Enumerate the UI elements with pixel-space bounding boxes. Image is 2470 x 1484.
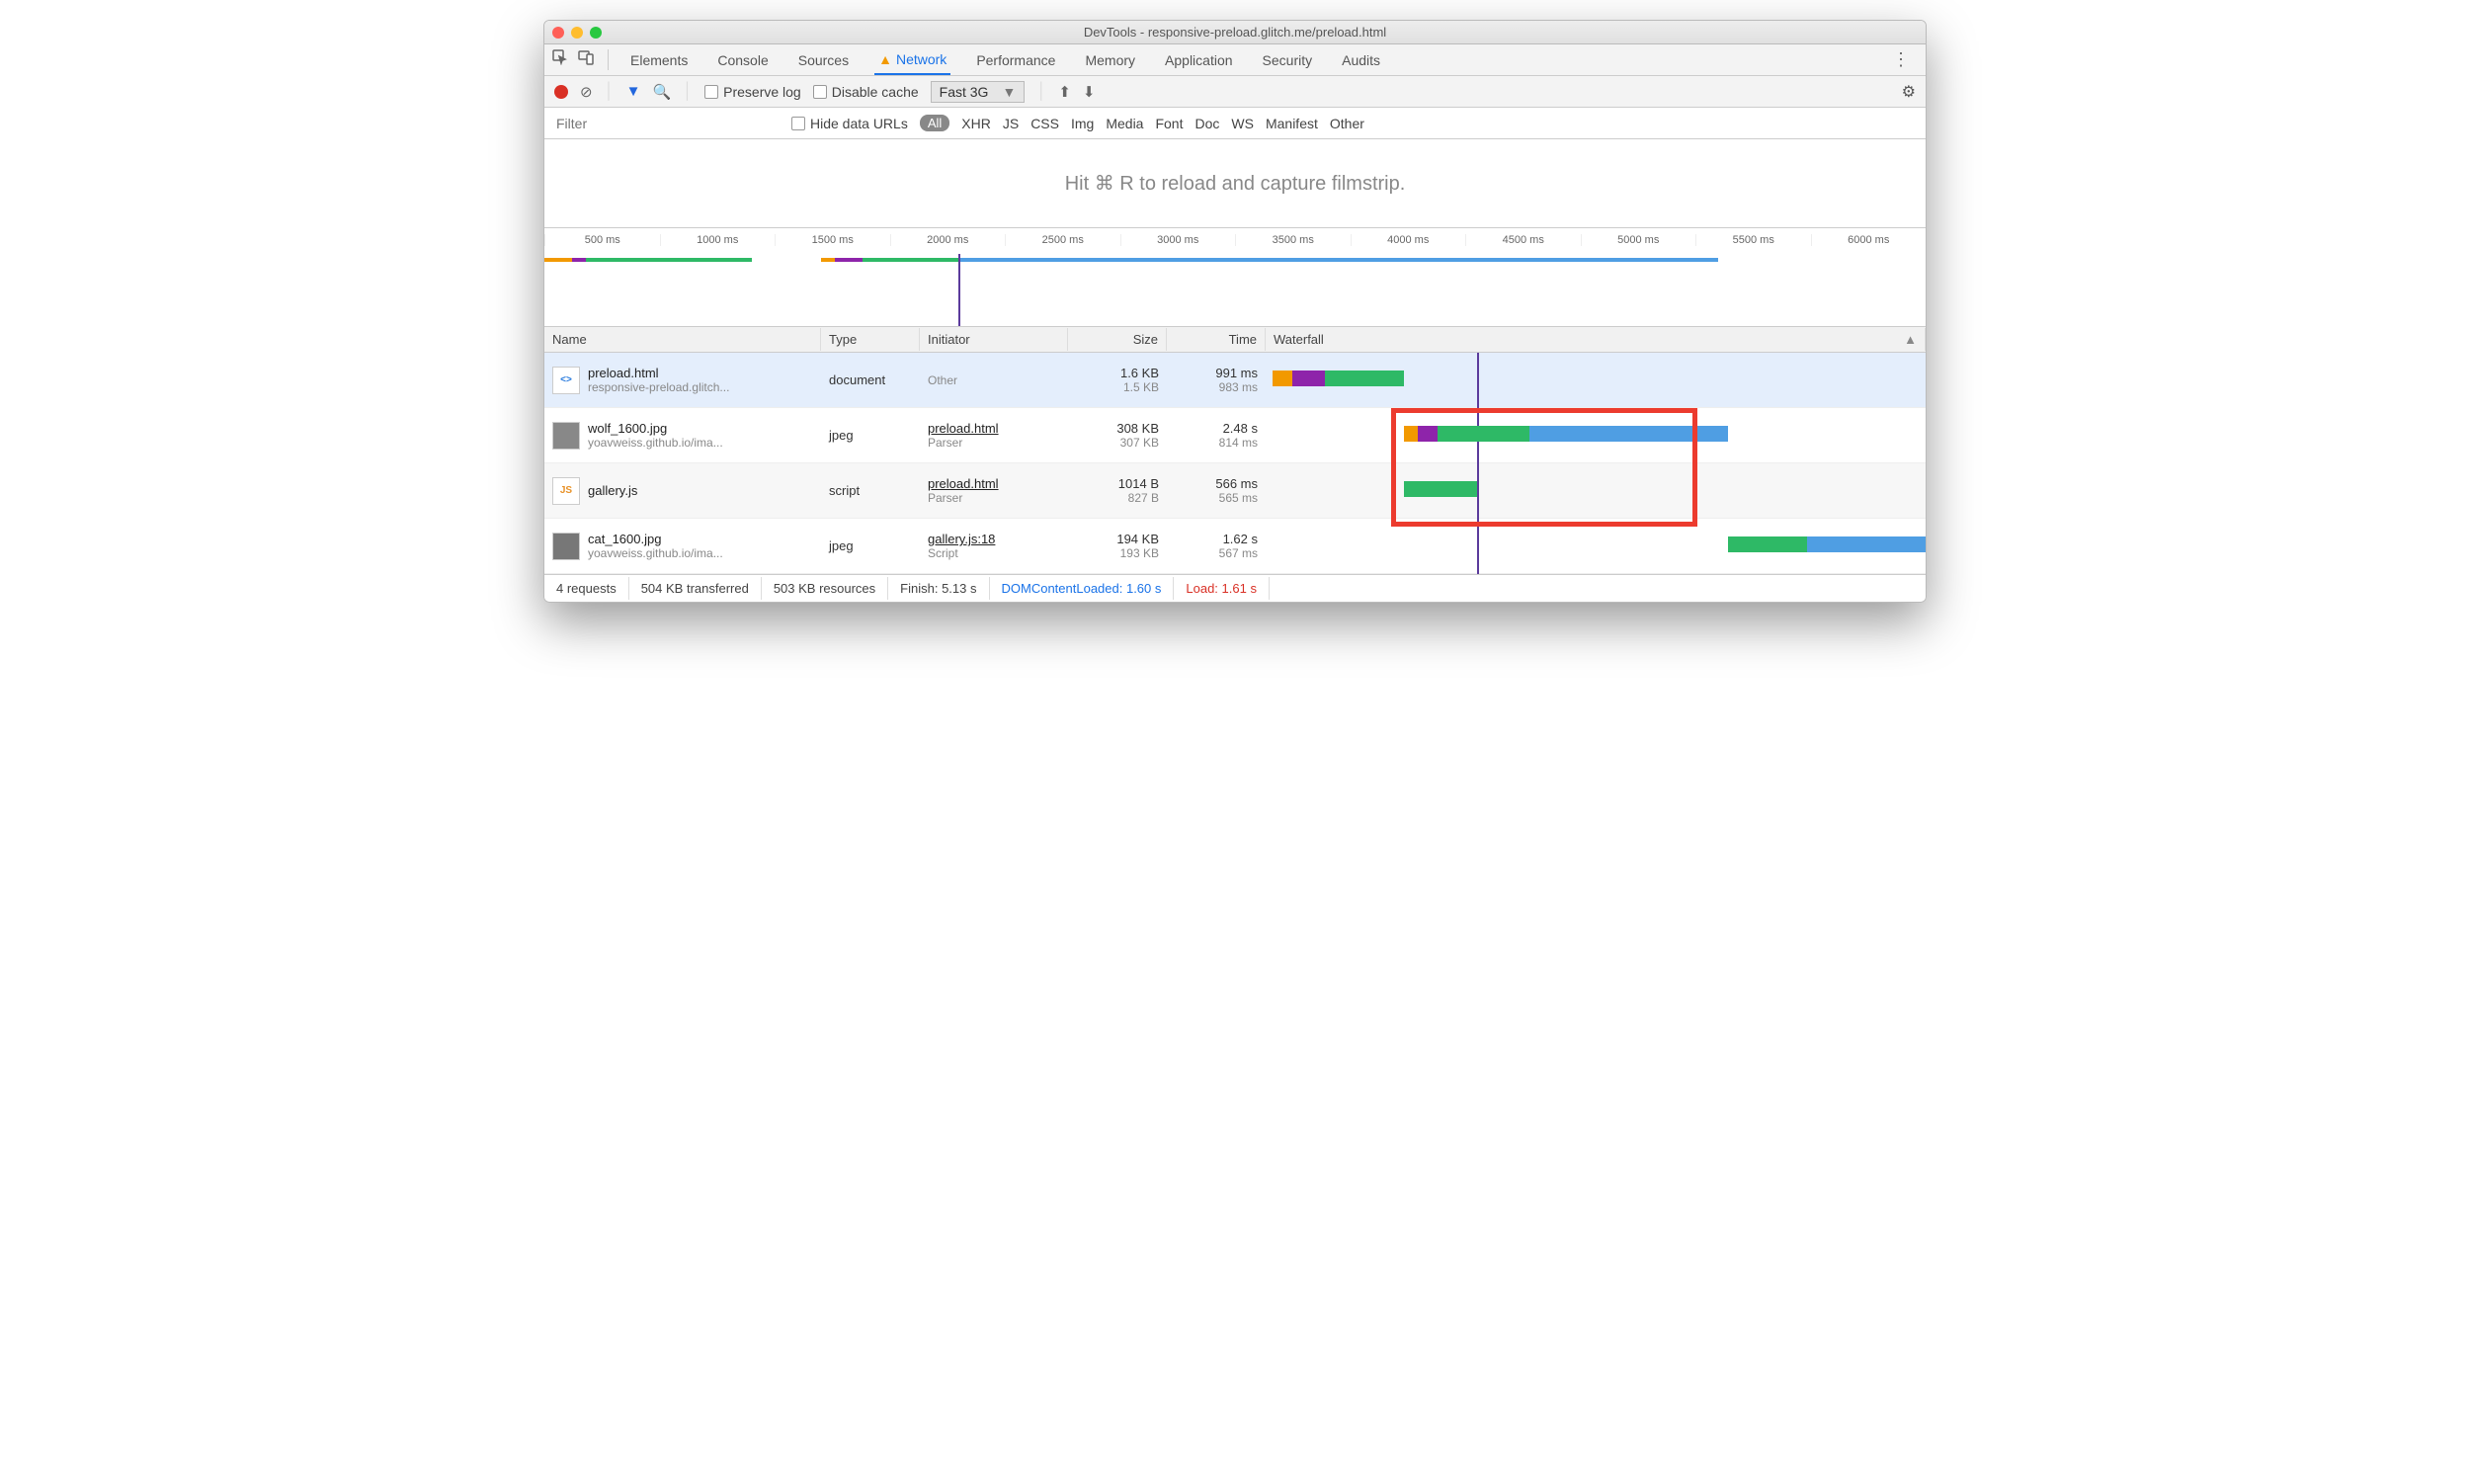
- tab-audits[interactable]: Audits: [1338, 46, 1384, 74]
- tab-console[interactable]: Console: [713, 46, 772, 74]
- devtools-window: DevTools - responsive-preload.glitch.me/…: [543, 20, 1927, 603]
- request-rows: <>preload.htmlresponsive-preload.glitch.…: [544, 353, 1926, 574]
- table-row[interactable]: JSgallery.js script preload.htmlParser 1…: [544, 463, 1926, 519]
- more-menu-icon[interactable]: ⋮: [1884, 49, 1918, 70]
- col-time[interactable]: Time: [1167, 328, 1266, 351]
- status-transferred: 504 KB transferred: [629, 577, 762, 600]
- tab-application[interactable]: Application: [1161, 46, 1237, 74]
- col-size[interactable]: Size: [1068, 328, 1167, 351]
- col-waterfall[interactable]: Waterfall▲: [1266, 328, 1926, 351]
- preserve-log-checkbox[interactable]: Preserve log: [704, 84, 801, 100]
- timeline-bars: [544, 258, 1926, 268]
- device-toggle-icon[interactable]: [578, 49, 594, 70]
- table-row[interactable]: <>preload.htmlresponsive-preload.glitch.…: [544, 353, 1926, 408]
- tab-security[interactable]: Security: [1259, 46, 1317, 74]
- timeline-tick: 1000 ms: [660, 234, 776, 246]
- record-button[interactable]: [554, 85, 568, 99]
- tab-network[interactable]: ▲Network: [874, 45, 950, 75]
- table-row[interactable]: wolf_1600.jpgyoavweiss.github.io/ima... …: [544, 408, 1926, 463]
- tab-sources[interactable]: Sources: [794, 46, 853, 74]
- highlight-box: [1391, 408, 1697, 527]
- timeline-tick: 5000 ms: [1581, 234, 1696, 246]
- col-type[interactable]: Type: [821, 328, 920, 351]
- image-file-icon: [552, 533, 580, 560]
- inspect-icon[interactable]: [552, 49, 568, 70]
- filter-other[interactable]: Other: [1330, 116, 1364, 131]
- js-file-icon: JS: [552, 477, 580, 505]
- sort-arrow-icon: ▲: [1904, 332, 1917, 347]
- window-title: DevTools - responsive-preload.glitch.me/…: [544, 25, 1926, 40]
- network-toolbar: ⊘ │ ▼ 🔍 │ Preserve log Disable cache Fas…: [544, 76, 1926, 108]
- throttling-select[interactable]: Fast 3G▼: [931, 81, 1026, 103]
- timeline-tick: 3000 ms: [1120, 234, 1236, 246]
- tab-memory[interactable]: Memory: [1081, 46, 1139, 74]
- filter-ws[interactable]: WS: [1231, 116, 1254, 131]
- download-icon[interactable]: ⬇: [1083, 83, 1096, 101]
- timeline-tick: 6000 ms: [1811, 234, 1927, 246]
- status-bar: 4 requests 504 KB transferred 503 KB res…: [544, 574, 1926, 602]
- waterfall-cell: [1266, 519, 1926, 573]
- filter-manifest[interactable]: Manifest: [1266, 116, 1318, 131]
- filter-input[interactable]: [552, 112, 780, 135]
- warning-icon: ▲: [878, 51, 892, 67]
- filter-js[interactable]: JS: [1003, 116, 1019, 131]
- table-row[interactable]: cat_1600.jpgyoavweiss.github.io/ima... j…: [544, 519, 1926, 574]
- tab-performance[interactable]: Performance: [972, 46, 1059, 74]
- panel-tabs: Elements Console Sources ▲Network Perfor…: [544, 44, 1926, 76]
- timeline-tick: 4000 ms: [1351, 234, 1466, 246]
- capture-hint: Hit ⌘ R to reload and capture filmstrip.: [544, 139, 1926, 228]
- status-resources: 503 KB resources: [762, 577, 888, 600]
- timeline-tick: 4500 ms: [1465, 234, 1581, 246]
- waterfall-cell: [1266, 353, 1926, 407]
- status-load: Load: 1.61 s: [1174, 577, 1270, 600]
- search-icon[interactable]: 🔍: [652, 83, 671, 101]
- col-name[interactable]: Name: [544, 328, 821, 351]
- timeline-tick: 5500 ms: [1695, 234, 1811, 246]
- status-dcl: DOMContentLoaded: 1.60 s: [990, 577, 1175, 600]
- filter-font[interactable]: Font: [1155, 116, 1183, 131]
- timeline-tick: 500 ms: [544, 234, 660, 246]
- tab-elements[interactable]: Elements: [626, 46, 692, 74]
- filter-css[interactable]: CSS: [1030, 116, 1059, 131]
- filter-xhr[interactable]: XHR: [961, 116, 991, 131]
- status-finish: Finish: 5.13 s: [888, 577, 989, 600]
- filter-all-pill[interactable]: All: [920, 115, 949, 131]
- timeline-tick: 3500 ms: [1235, 234, 1351, 246]
- disable-cache-checkbox[interactable]: Disable cache: [813, 84, 919, 100]
- title-bar: DevTools - responsive-preload.glitch.me/…: [544, 21, 1926, 44]
- image-file-icon: [552, 422, 580, 450]
- settings-icon[interactable]: ⚙: [1902, 82, 1916, 102]
- timeline-tick: 1500 ms: [775, 234, 890, 246]
- hide-data-urls-checkbox[interactable]: Hide data URLs: [791, 116, 908, 131]
- filter-doc[interactable]: Doc: [1194, 116, 1219, 131]
- clear-icon[interactable]: ⊘: [580, 83, 593, 101]
- status-requests: 4 requests: [544, 577, 629, 600]
- dcl-marker: [958, 254, 960, 326]
- filter-bar: Hide data URLs All XHR JS CSS Img Media …: [544, 108, 1926, 139]
- filter-img[interactable]: Img: [1071, 116, 1094, 131]
- upload-icon[interactable]: ⬆: [1058, 83, 1071, 101]
- timeline-tick: 2500 ms: [1005, 234, 1120, 246]
- table-headers: Name Type Initiator Size Time Waterfall▲: [544, 327, 1926, 353]
- timeline-overview[interactable]: 500 ms 1000 ms 1500 ms 2000 ms 2500 ms 3…: [544, 228, 1926, 327]
- html-file-icon: <>: [552, 367, 580, 394]
- timeline-tick: 2000 ms: [890, 234, 1006, 246]
- filter-icon[interactable]: ▼: [626, 83, 641, 100]
- col-initiator[interactable]: Initiator: [920, 328, 1068, 351]
- filter-media[interactable]: Media: [1106, 116, 1143, 131]
